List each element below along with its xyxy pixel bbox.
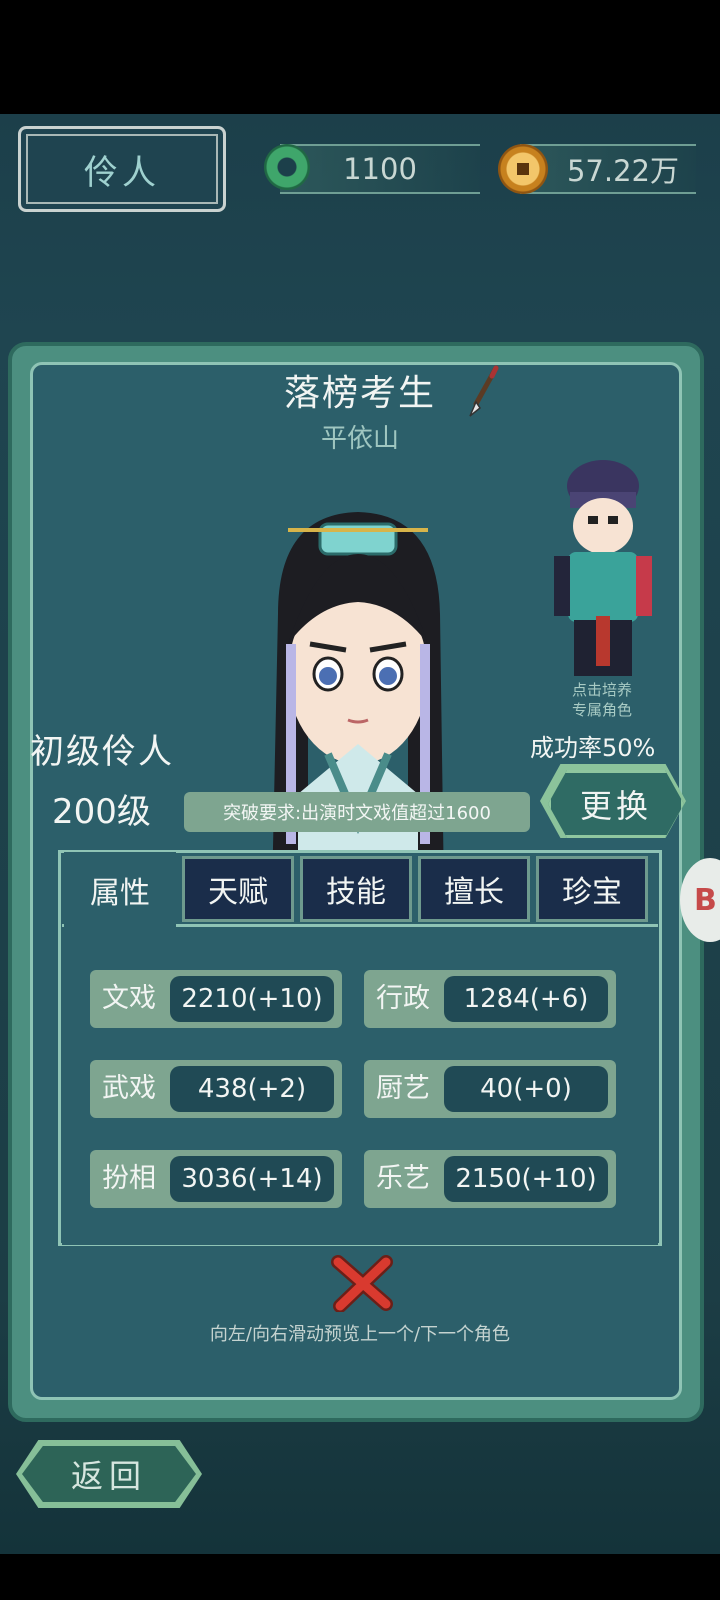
brush-edit-icon[interactable] xyxy=(464,364,504,420)
stat-wenxi: 文戏 2210(+10) xyxy=(90,970,342,1028)
back-button-label: 返回 xyxy=(22,1446,196,1502)
stat-value: 438(+2) xyxy=(170,1066,334,1112)
game-screen: 伶人 1100 57.22万 落榜考生 平依山 点击培养 专属角色 初级伶人 2… xyxy=(0,114,720,1554)
stat-value: 3036(+14) xyxy=(170,1156,334,1202)
stat-value: 40(+0) xyxy=(444,1066,608,1112)
stat-label: 厨艺 xyxy=(376,1073,430,1104)
train-role-hint[interactable]: 点击培养 专属角色 xyxy=(540,680,664,720)
back-button[interactable]: 返回 xyxy=(16,1440,202,1508)
train-hint-line1: 点击培养 xyxy=(571,681,632,699)
tab-attributes[interactable]: 属性 xyxy=(64,852,176,928)
tab-talent[interactable]: 天赋 xyxy=(182,856,294,922)
tab-treasure[interactable]: 珍宝 xyxy=(536,856,648,922)
tab-specialty[interactable]: 擅长 xyxy=(418,856,530,922)
swap-button[interactable]: 更换 xyxy=(548,770,684,838)
stat-label: 乐艺 xyxy=(376,1163,430,1194)
stat-value: 2210(+10) xyxy=(170,976,334,1022)
jade-amount: 1100 xyxy=(280,144,480,194)
character-name: 平依山 xyxy=(320,424,399,454)
stat-wuxi: 武戏 438(+2) xyxy=(90,1060,342,1118)
page-title: 伶人 xyxy=(18,126,226,212)
stat-label: 武戏 xyxy=(102,1073,156,1104)
stat-banxiang: 扮相 3036(+14) xyxy=(90,1150,342,1208)
copper-coin-icon xyxy=(498,144,548,194)
role-title: 落榜考生 xyxy=(283,373,436,414)
stat-chuyi: 厨艺 40(+0) xyxy=(364,1060,616,1118)
stat-label: 扮相 xyxy=(102,1163,156,1194)
stat-yueyi: 乐艺 2150(+10) xyxy=(364,1150,616,1208)
swipe-hint: 向左/向右滑动预览上一个/下一个角色 xyxy=(209,1324,511,1345)
success-rate: 成功率50% xyxy=(530,734,656,762)
stat-xingzheng: 行政 1284(+6) xyxy=(364,970,616,1028)
exclusive-role-figure[interactable] xyxy=(548,456,658,686)
stat-label: 文戏 xyxy=(102,983,156,1014)
stat-value: 1284(+6) xyxy=(444,976,608,1022)
stat-value: 2150(+10) xyxy=(444,1156,608,1202)
breakthrough-requirement: 突破要求:出演时文戏值超过1600 xyxy=(184,792,530,832)
tab-skills[interactable]: 技能 xyxy=(300,856,412,922)
jade-disc-icon xyxy=(264,144,310,190)
character-rank: 初级伶人 xyxy=(30,732,174,772)
stat-label: 行政 xyxy=(376,983,430,1014)
train-hint-line2: 专属角色 xyxy=(571,701,632,719)
character-level: 200级 xyxy=(52,792,151,832)
close-icon[interactable] xyxy=(330,1254,394,1312)
